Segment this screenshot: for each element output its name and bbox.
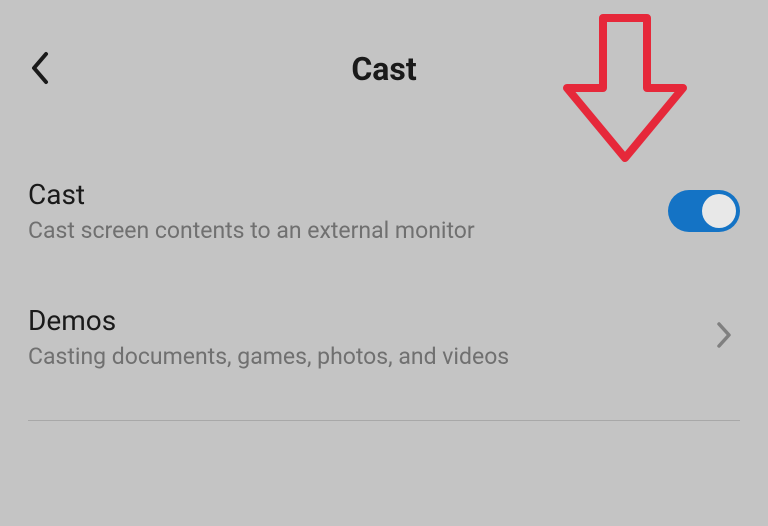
setting-text: Cast Cast screen contents to an external… <box>28 178 668 244</box>
back-button[interactable] <box>30 50 50 90</box>
chevron-left-icon <box>30 50 50 86</box>
setting-text: Demos Casting documents, games, photos, … <box>28 304 708 370</box>
page-title: Cast <box>30 50 738 88</box>
toggle-knob <box>702 194 736 228</box>
cast-title: Cast <box>28 178 668 211</box>
setting-row-cast: Cast Cast screen contents to an external… <box>0 148 768 274</box>
demos-description: Casting documents, games, photos, and vi… <box>28 343 708 370</box>
demos-title: Demos <box>28 304 708 337</box>
divider <box>28 420 740 421</box>
cast-description: Cast screen contents to an external moni… <box>28 217 668 244</box>
setting-row-demos[interactable]: Demos Casting documents, games, photos, … <box>0 274 768 400</box>
settings-list: Cast Cast screen contents to an external… <box>0 118 768 421</box>
demos-chevron[interactable] <box>708 313 740 361</box>
cast-toggle[interactable] <box>668 190 740 232</box>
header: Cast <box>0 0 768 118</box>
chevron-right-icon <box>716 321 732 349</box>
